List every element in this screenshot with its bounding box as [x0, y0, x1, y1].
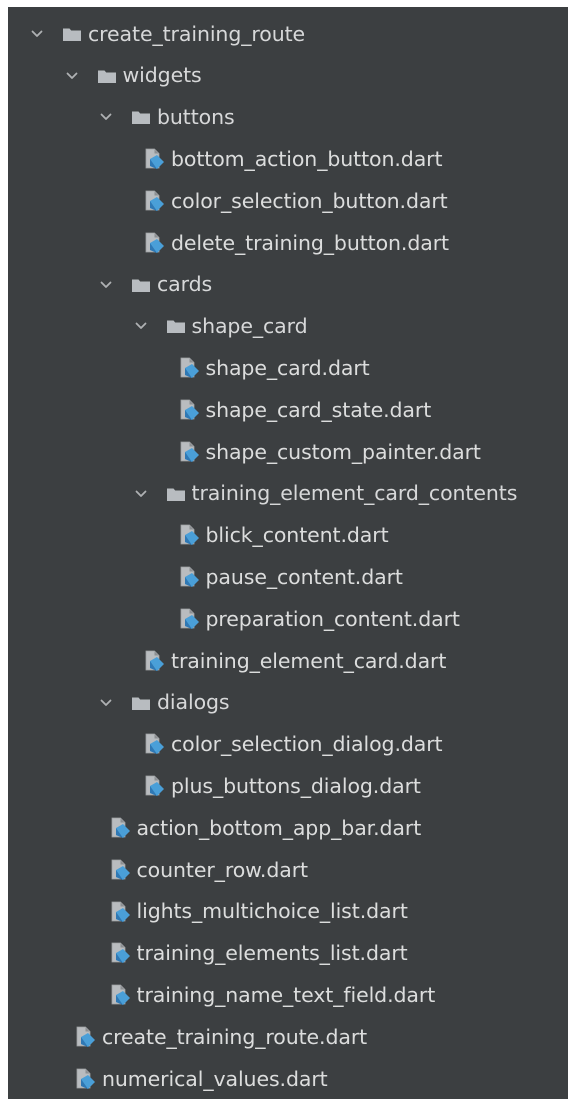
tree-file[interactable]: numerical_values.dart	[8, 1058, 568, 1099]
dart-file-icon	[74, 1026, 96, 1048]
tree-folder[interactable]: widgets	[8, 55, 568, 97]
tree-file[interactable]: training_element_card.dart	[8, 640, 568, 682]
tree-item-label: training_element_card.dart	[171, 648, 447, 673]
tree-item-label: create_training_route.dart	[102, 1024, 368, 1049]
tree-item-label: color_selection_dialog.dart	[171, 732, 443, 757]
folder-icon	[131, 109, 151, 125]
tree-file[interactable]: shape_card_state.dart	[8, 389, 568, 431]
chevron-down-icon[interactable]	[134, 319, 148, 333]
tree-file[interactable]: plus_buttons_dialog.dart	[8, 765, 568, 807]
dart-file-icon	[74, 1068, 96, 1090]
dart-file-icon	[143, 775, 165, 797]
tree-item-label: training_name_text_field.dart	[136, 982, 436, 1007]
tree-file[interactable]: pause_content.dart	[8, 556, 568, 598]
tree-file[interactable]: blick_content.dart	[8, 515, 568, 557]
folder-icon	[131, 695, 151, 711]
project-panel: create_training_routewidgets buttons botto…	[8, 7, 568, 1099]
dart-file-icon	[109, 817, 131, 839]
tree-item-label: create_training_route	[88, 21, 306, 46]
tree-item-label: shape_custom_painter.dart	[205, 439, 481, 464]
tree-file[interactable]: delete_training_button.dart	[8, 222, 568, 264]
folder-icon	[131, 277, 151, 293]
dart-file-icon	[143, 650, 165, 672]
folder-icon	[166, 318, 186, 334]
tree-item-label: pause_content.dart	[205, 565, 403, 589]
dart-file-icon	[178, 399, 200, 421]
tree-file[interactable]: preparation_content.dart	[8, 598, 568, 640]
tree-item-label: color_selection_button.dart	[171, 188, 448, 213]
tree-file[interactable]: shape_card.dart	[8, 347, 568, 389]
tree-folder[interactable]: buttons	[8, 97, 568, 139]
tree-item-label: plus_buttons_dialog.dart	[171, 773, 421, 798]
tree-file[interactable]: color_selection_button.dart	[8, 180, 568, 222]
tree-item-label: action_bottom_app_bar.dart	[136, 815, 422, 840]
tree-item-label: widgets	[122, 63, 202, 88]
dart-file-icon	[109, 942, 131, 964]
tree-folder[interactable]: training_element_card_contents	[8, 473, 568, 515]
tree-folder[interactable]: cards	[8, 264, 568, 306]
tree-item-label: preparation_content.dart	[205, 606, 460, 631]
dart-file-icon	[178, 357, 200, 379]
tree-item-label: cards	[157, 272, 213, 297]
folder-icon	[97, 68, 117, 84]
tree-item-label: dialogs	[157, 690, 230, 715]
tree-item-label: blick_content.dart	[205, 523, 389, 548]
tree-file[interactable]: training_name_text_field.dart	[8, 974, 568, 1016]
dart-file-icon	[178, 524, 200, 546]
tree-item-label: counter_row.dart	[136, 857, 309, 882]
tree-file[interactable]: create_training_route.dart	[8, 1016, 568, 1058]
dart-file-icon	[178, 441, 200, 463]
tree-item-label: lights_multichoice_list.dart	[136, 899, 408, 924]
tree-item-label: shape_card_state.dart	[205, 397, 432, 422]
tree-folder[interactable]: dialogs	[8, 682, 568, 724]
dart-file-icon	[178, 566, 200, 588]
chevron-down-icon[interactable]	[99, 696, 113, 710]
folder-icon	[62, 26, 82, 42]
dart-file-icon	[143, 190, 165, 212]
tree-folder[interactable]: shape_card	[8, 306, 568, 348]
dart-file-icon	[109, 901, 131, 923]
tree-file[interactable]: counter_row.dart	[8, 849, 568, 891]
dart-file-icon	[143, 232, 165, 254]
chevron-down-icon[interactable]	[30, 27, 44, 41]
folder-icon	[166, 486, 186, 502]
tree-file[interactable]: training_elements_list.dart	[8, 933, 568, 975]
dart-file-icon	[143, 148, 165, 170]
tree-item-label: numerical_values.dart	[102, 1066, 328, 1091]
project-tree: create_training_routewidgets buttons botto…	[8, 13, 568, 1099]
chevron-down-icon[interactable]	[99, 278, 113, 292]
tree-file[interactable]: lights_multichoice_list.dart	[8, 891, 568, 933]
tree-item-label: shape_card.dart	[205, 356, 370, 381]
chevron-down-icon[interactable]	[134, 487, 148, 501]
chevron-down-icon[interactable]	[65, 69, 79, 83]
tree-file[interactable]: bottom_action_button.dart	[8, 138, 568, 180]
tree-file[interactable]: color_selection_dialog.dart	[8, 724, 568, 766]
tree-file[interactable]: action_bottom_app_bar.dart	[8, 807, 568, 849]
tree-item-label: buttons	[157, 105, 235, 130]
tree-item-label: shape_card	[191, 314, 308, 339]
tree-item-label: training_element_card_contents	[191, 481, 518, 506]
chevron-down-icon[interactable]	[99, 110, 113, 124]
dart-file-icon	[109, 984, 131, 1006]
dart-file-icon	[109, 859, 131, 881]
dart-file-icon	[178, 608, 200, 630]
dart-file-icon	[143, 733, 165, 755]
tree-file[interactable]: shape_custom_painter.dart	[8, 431, 568, 473]
tree-folder[interactable]: create_training_route	[8, 13, 568, 55]
tree-item-label: bottom_action_button.dart	[171, 147, 443, 172]
tree-item-label: delete_training_button.dart	[171, 230, 449, 255]
tree-item-label: training_elements_list.dart	[136, 941, 408, 966]
